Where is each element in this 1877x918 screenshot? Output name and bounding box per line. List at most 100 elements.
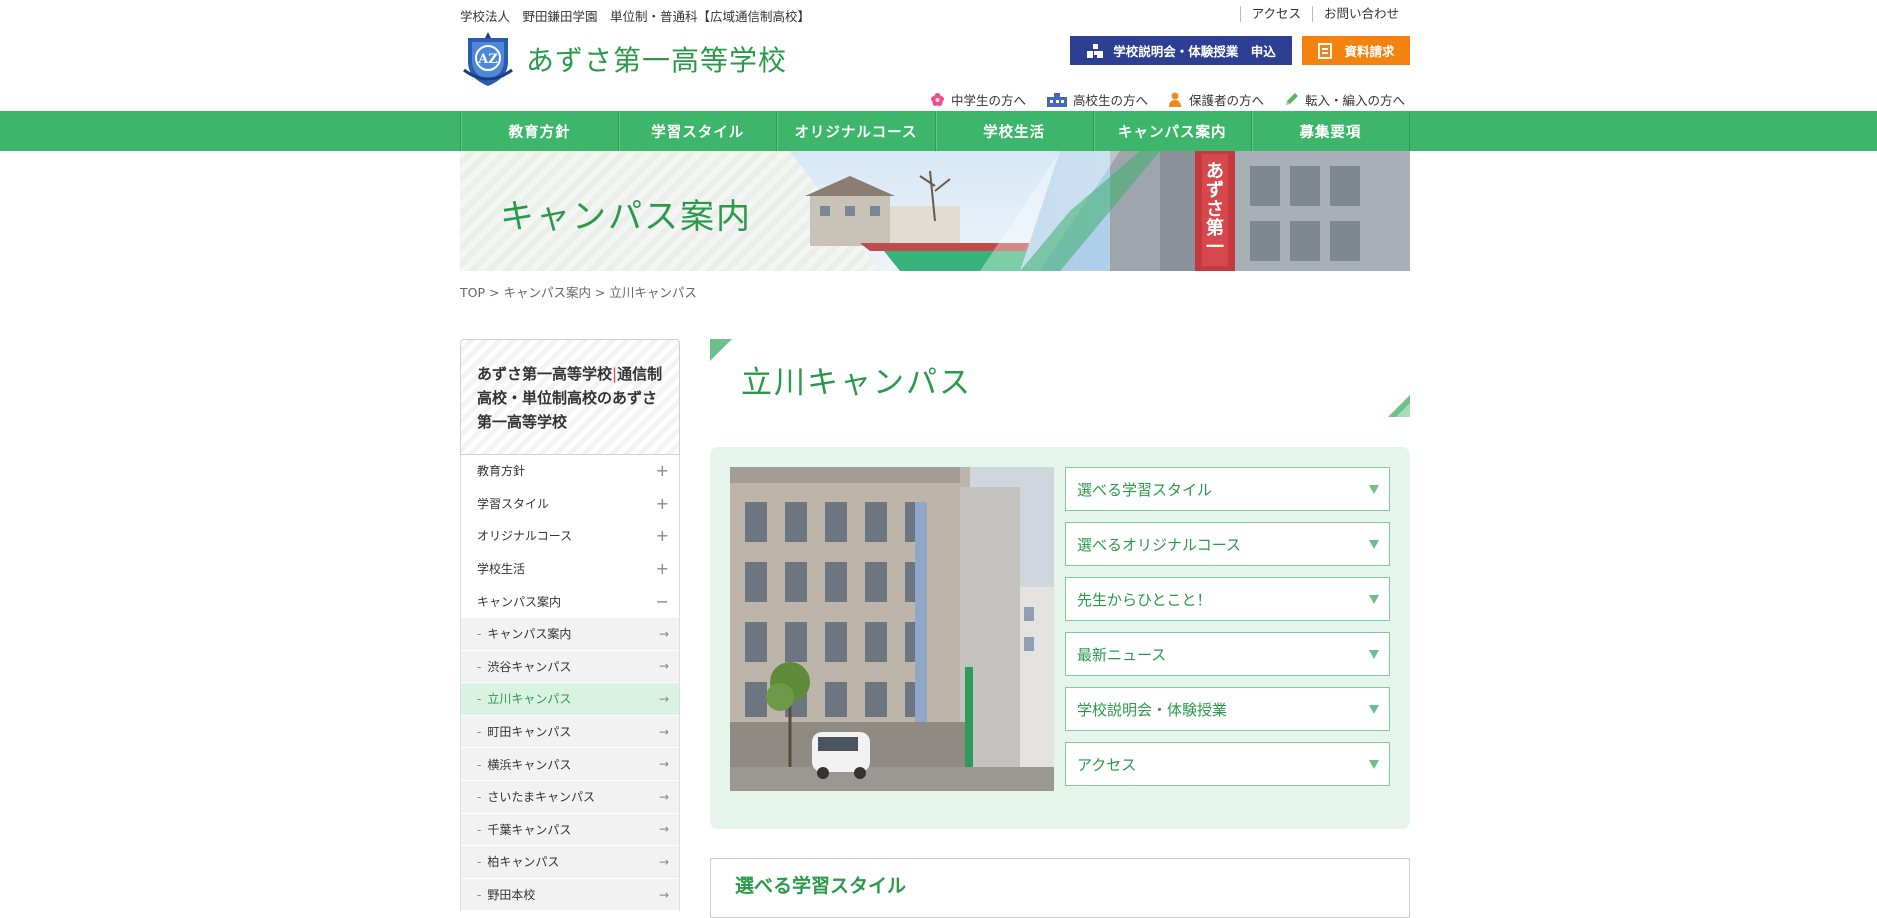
school-tagline: 学校法人 野田鎌田学園 単位制・普通科【広域通信制高校】: [460, 9, 811, 24]
sidebar-sub-machida[interactable]: - 町田キャンパス →: [461, 715, 679, 749]
arrow-right-icon: →: [658, 789, 669, 804]
dash-marker: -: [477, 692, 482, 707]
sidebar-sub-shibuya[interactable]: - 渋谷キャンパス →: [461, 650, 679, 684]
dash-marker: -: [477, 790, 482, 805]
triangle-down-icon: [1369, 594, 1379, 604]
parent-icon: [1168, 92, 1184, 107]
sidebar-sub-label: 渋谷キャンパス: [487, 659, 572, 674]
anchor-teacher-message[interactable]: 先生からひとこと！: [1065, 577, 1390, 621]
school-emblem-icon: AZ: [463, 32, 513, 86]
school-building-icon: [1046, 92, 1068, 107]
event-application-label: 学校説明会・体験授業 申込: [1113, 44, 1276, 59]
sidebar-sub-label: 野田本校: [487, 888, 536, 903]
nav-education-policy[interactable]: 教育方針: [460, 111, 618, 151]
svg-text:さ: さ: [1206, 199, 1224, 220]
sidebar-sub-label: 横浜キャンパス: [487, 757, 572, 772]
dash-marker: -: [477, 725, 482, 740]
anchor-label: 選べるオリジナルコース: [1077, 535, 1241, 554]
arrow-right-icon: →: [658, 854, 669, 869]
nav-admissions[interactable]: 募集要項: [1250, 111, 1411, 151]
dash-marker: -: [477, 659, 482, 674]
arrow-right-icon: →: [658, 691, 669, 706]
sidebar-item-school-life[interactable]: 学校生活 +: [461, 553, 679, 586]
sidebar-sub-label: 千葉キャンパス: [487, 822, 572, 837]
nav-learning-style[interactable]: 学習スタイル: [618, 111, 776, 151]
sidebar-sub-label: 立川キャンパス: [487, 692, 572, 707]
pencil-icon: [1284, 92, 1300, 107]
contact-link[interactable]: お問い合わせ: [1311, 6, 1410, 22]
plus-icon: +: [655, 461, 669, 481]
access-link[interactable]: アクセス: [1239, 6, 1312, 22]
sidebar-sub-label: さいたまキャンパス: [487, 790, 595, 805]
sidebar-item-campus-guide[interactable]: キャンパス案内 −: [461, 585, 679, 618]
anchor-latest-news[interactable]: 最新ニュース: [1065, 632, 1390, 676]
sidebar-sub-campus-guide[interactable]: - キャンパス案内 →: [461, 617, 679, 651]
breadcrumb-campus-guide[interactable]: キャンパス案内: [503, 285, 591, 300]
nav-campus-guide[interactable]: キャンパス案内: [1092, 111, 1251, 151]
high-school-label: 高校生の方へ: [1072, 93, 1148, 108]
minus-icon: −: [655, 591, 669, 611]
dash-marker: -: [477, 855, 482, 870]
parents-link[interactable]: 保護者の方へ: [1168, 90, 1264, 109]
sidebar-sub-label: キャンパス案内: [487, 627, 572, 642]
anchor-label: 最新ニュース: [1077, 645, 1167, 664]
people-icon: [1086, 43, 1104, 59]
sidebar-item-label: 学校生活: [477, 562, 526, 577]
triangle-down-icon: [1369, 649, 1379, 659]
anchor-label: 先生からひとこと！: [1077, 590, 1212, 609]
campus-building-photo: [730, 467, 1054, 791]
dash-marker: -: [477, 888, 482, 903]
sidebar-sub-noda-main[interactable]: - 野田本校 →: [461, 878, 679, 912]
parents-label: 保護者の方へ: [1188, 93, 1264, 108]
learning-style-section: 選べる学習スタイル: [710, 858, 1410, 918]
page-title: 立川キャンパス: [741, 365, 972, 401]
anchor-access[interactable]: アクセス: [1065, 742, 1390, 786]
sidebar-item-learning-style[interactable]: 学習スタイル +: [461, 488, 679, 521]
sidebar-sub-kashiwa[interactable]: - 柏キャンパス →: [461, 846, 679, 879]
sidebar-item-original-course[interactable]: オリジナルコース +: [461, 520, 679, 553]
sidebar-sub-label: 町田キャンパス: [487, 725, 572, 740]
sidebar-item-education-policy[interactable]: 教育方針 +: [461, 455, 679, 488]
sidebar-item-label: 教育方針: [477, 464, 526, 479]
breadcrumb-current: 立川キャンパス: [609, 285, 697, 300]
anchor-label: アクセス: [1077, 755, 1137, 774]
corner-triangle-icon: [710, 339, 732, 361]
arrow-right-icon: →: [658, 887, 669, 902]
building-photo-image: [730, 467, 1054, 791]
request-materials-button[interactable]: 資料請求: [1302, 36, 1410, 65]
sidebar-sub-label: 柏キャンパス: [487, 855, 560, 870]
arrow-right-icon: →: [658, 626, 669, 641]
triangle-down-icon: [1369, 539, 1379, 549]
high-school-link[interactable]: 高校生の方へ: [1046, 90, 1148, 109]
anchor-label: 選べる学習スタイル: [1077, 480, 1213, 499]
sidebar-sub-saitama[interactable]: - さいたまキャンパス →: [461, 780, 679, 814]
breadcrumb-separator: >: [485, 285, 504, 300]
anchor-info-session[interactable]: 学校説明会・体験授業: [1065, 687, 1390, 731]
triangle-down-icon: [1369, 759, 1379, 769]
triangle-down-icon: [1369, 704, 1379, 714]
sidebar-sub-tachikawa[interactable]: - 立川キャンパス →: [461, 683, 679, 716]
anchor-learning-style[interactable]: 選べる学習スタイル: [1065, 467, 1390, 511]
dash-marker: -: [477, 757, 482, 772]
junior-high-link[interactable]: 中学生の方へ: [930, 90, 1026, 109]
plus-icon: +: [655, 493, 669, 513]
arrow-right-icon: →: [658, 822, 669, 837]
svg-text:ず: ず: [1206, 180, 1224, 201]
nav-original-course[interactable]: オリジナルコース: [776, 111, 934, 151]
anchor-label: 学校説明会・体験授業: [1077, 700, 1228, 719]
sidebar-sub-chiba[interactable]: - 千葉キャンパス →: [461, 813, 679, 847]
nav-school-life[interactable]: 学校生活: [934, 111, 1093, 151]
breadcrumb-top[interactable]: TOP: [460, 285, 485, 300]
flower-icon: [930, 92, 946, 107]
svg-text:一: 一: [1206, 237, 1224, 258]
transfer-link[interactable]: 転入・編入の方へ: [1284, 90, 1405, 109]
global-nav: 教育方針 学習スタイル オリジナルコース 学校生活 キャンパス案内 募集要項: [460, 111, 1411, 151]
sidebar-sub-yokohama[interactable]: - 横浜キャンパス →: [461, 748, 679, 781]
anchor-original-course[interactable]: 選べるオリジナルコース: [1065, 522, 1390, 566]
event-application-button[interactable]: 学校説明会・体験授業 申込: [1070, 36, 1292, 65]
school-logo[interactable]: AZ あずさ第一高等学校: [460, 30, 787, 88]
dash-marker: -: [477, 627, 482, 642]
junior-high-label: 中学生の方へ: [950, 93, 1026, 108]
document-icon: [1317, 42, 1335, 59]
triangle-down-icon: [1369, 484, 1379, 494]
